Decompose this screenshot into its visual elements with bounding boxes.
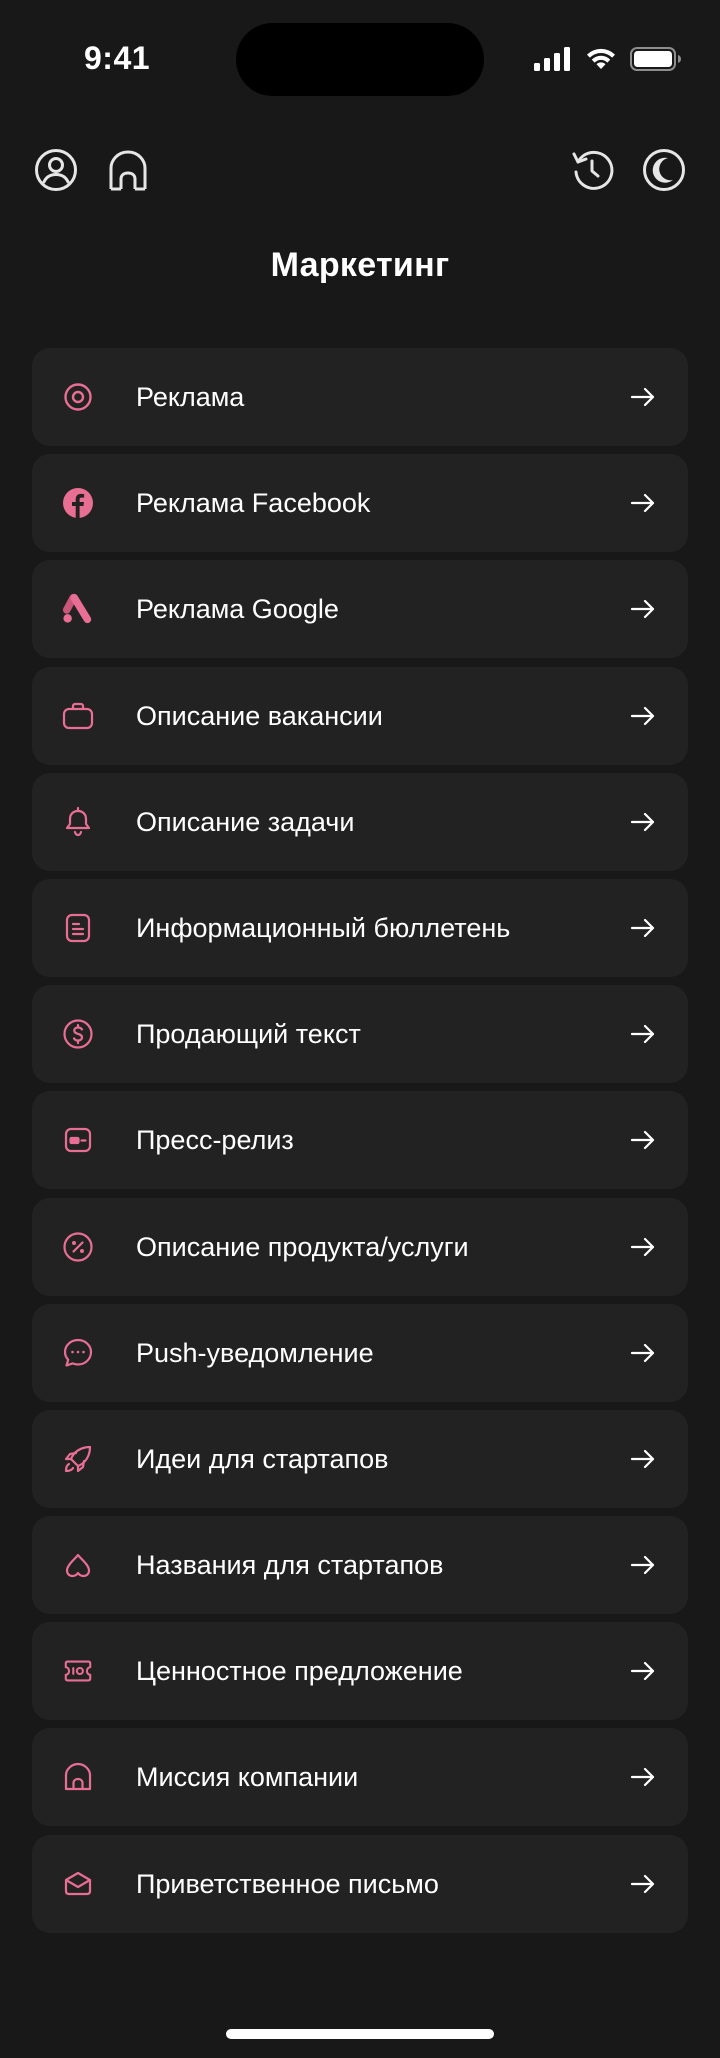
- list-item-label: Названия для стартапов: [136, 1550, 444, 1581]
- list-item-label: Пресс-релиз: [136, 1125, 294, 1156]
- house-icon: [62, 1761, 94, 1793]
- task-bell-icon: [62, 806, 94, 838]
- press-card-icon: [62, 1124, 94, 1156]
- arrow-right-icon: [630, 600, 655, 619]
- dynamic-island: [236, 23, 484, 96]
- list-item[interactable]: Реклама Facebook: [32, 454, 688, 553]
- list-item[interactable]: Миссия компании: [32, 1728, 688, 1827]
- list-item[interactable]: Продающий текст: [32, 985, 688, 1084]
- cellular-signal-icon: [534, 47, 570, 71]
- arrow-right-icon: [630, 812, 655, 831]
- arrow-right-icon: [630, 1025, 655, 1044]
- list-item-label: Реклама Facebook: [136, 488, 371, 519]
- wifi-icon: [587, 48, 615, 69]
- list-item[interactable]: Информационный бюллетень: [32, 878, 688, 977]
- arrow-right-icon: [630, 1237, 655, 1256]
- list-item-label: Push-уведомление: [136, 1337, 374, 1368]
- target-icon: [62, 381, 94, 413]
- briefcase-icon: [62, 700, 94, 732]
- chat-bubble-icon: [62, 1337, 94, 1369]
- list-item-label: Миссия компании: [136, 1762, 359, 1793]
- list-item[interactable]: Реклама Google: [32, 560, 688, 659]
- list-item[interactable]: Приветственное письмо: [32, 1834, 688, 1933]
- mail-icon: [62, 1868, 94, 1900]
- dollar-icon: [62, 1018, 94, 1050]
- list-item-label: Реклама: [136, 382, 245, 412]
- theme-toggle-button[interactable]: [640, 146, 688, 194]
- list-item-label: Описание вакансии: [136, 700, 383, 731]
- arrow-right-icon: [630, 1874, 655, 1893]
- list-item-label: Идеи для стартапов: [136, 1443, 389, 1474]
- list-item-label: Реклама Google: [136, 594, 339, 625]
- percent-icon: [62, 1231, 94, 1263]
- list-item-label: Информационный бюллетень: [136, 912, 511, 943]
- history-button[interactable]: [568, 146, 616, 194]
- profile-icon: [35, 149, 77, 191]
- heart-icon: [62, 1549, 94, 1581]
- arrow-right-icon: [630, 1449, 655, 1468]
- list-item[interactable]: Реклама: [32, 348, 688, 446]
- list-item[interactable]: Push-уведомление: [32, 1303, 688, 1402]
- list-item[interactable]: Описание продукта/услуги: [32, 1197, 688, 1296]
- ticket-icon: [62, 1655, 94, 1687]
- list-item[interactable]: Пресс-релиз: [32, 1091, 688, 1190]
- list-item[interactable]: Описание задачи: [32, 772, 688, 871]
- status-bar: 9:41: [0, 0, 720, 120]
- arrow-right-icon: [630, 1662, 655, 1681]
- history-icon: [572, 150, 614, 190]
- status-icons: [534, 44, 682, 74]
- status-time: 9:41: [84, 40, 151, 76]
- list-item[interactable]: Ценностное предложение: [32, 1622, 688, 1721]
- home-indicator[interactable]: [226, 2029, 494, 2039]
- facebook-icon: [62, 487, 94, 519]
- list-item-label: Продающий текст: [136, 1019, 361, 1050]
- google-ads-icon: [62, 593, 94, 625]
- top-nav: [0, 140, 720, 200]
- home-button[interactable]: [104, 146, 152, 194]
- arrow-right-icon: [630, 706, 655, 725]
- arrow-right-icon: [630, 918, 655, 938]
- list-item[interactable]: Названия для стартапов: [32, 1516, 688, 1615]
- list-item[interactable]: Описание вакансии: [32, 666, 688, 765]
- arrow-right-icon: [630, 1131, 655, 1150]
- arrow-right-icon: [630, 1768, 655, 1787]
- home-icon: [109, 150, 147, 191]
- menu-list: Реклама Реклама Facebook Реклама Google: [32, 348, 688, 1941]
- battery-icon: [630, 47, 681, 71]
- arrow-right-icon: [630, 387, 655, 407]
- list-item-label: Описание продукта/услуги: [136, 1231, 469, 1262]
- arrow-right-icon: [630, 494, 655, 513]
- list-item-label: Ценностное предложение: [136, 1656, 463, 1687]
- arrow-right-icon: [630, 1555, 655, 1575]
- profile-button[interactable]: [32, 146, 80, 194]
- list-item-label: Описание задачи: [136, 806, 355, 837]
- newsletter-icon: [62, 912, 94, 944]
- arrow-right-icon: [630, 1343, 655, 1362]
- rocket-icon: [62, 1443, 94, 1475]
- list-item[interactable]: Идеи для стартапов: [32, 1409, 688, 1508]
- page-title: Маркетинг: [270, 246, 450, 284]
- moon-icon: [643, 149, 685, 191]
- list-item-label: Приветственное письмо: [136, 1868, 439, 1899]
